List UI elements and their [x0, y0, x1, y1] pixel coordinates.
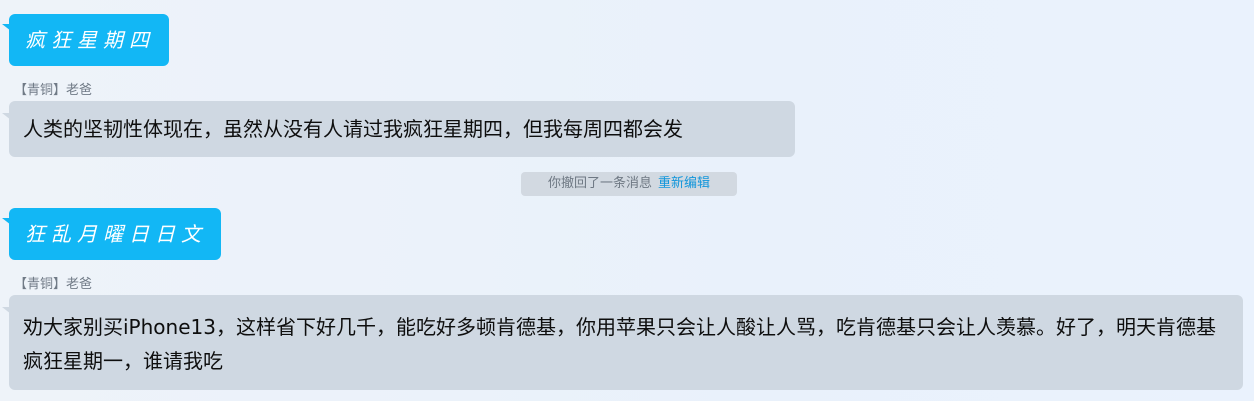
sender-name[interactable]: 老爸	[66, 83, 92, 98]
bubble-tail	[2, 24, 11, 31]
recall-notice: 你撤回了一条消息 重新编辑	[521, 172, 737, 196]
recall-text: 你撤回了一条消息	[547, 176, 652, 191]
my-message-bubble[interactable]: 狂乱月曜日日文	[2, 208, 221, 260]
sender-name[interactable]: 老爸	[66, 277, 92, 292]
message-text: 劝大家别买iPhone13，这样省下好几千，能吃好多顿肯德基，你用苹果只会让人酸…	[23, 315, 1216, 373]
sender-label: 【青铜】老爸	[14, 83, 92, 99]
bubble-tail	[2, 113, 11, 120]
message-text: 狂乱月曜日日文	[25, 222, 207, 246]
sender-badge: 【青铜】	[14, 277, 67, 292]
incoming-message-bubble[interactable]: 劝大家别买iPhone13，这样省下好几千，能吃好多顿肯德基，你用苹果只会让人酸…	[2, 295, 1243, 390]
my-message-bubble[interactable]: 疯狂星期四	[2, 14, 169, 66]
re-edit-link[interactable]: 重新编辑	[658, 176, 710, 191]
bubble-tail	[2, 307, 11, 314]
incoming-message-bubble[interactable]: 人类的坚韧性体现在，虽然从没有人请过我疯狂星期四，但我每周四都会发	[2, 101, 795, 157]
sender-label: 【青铜】老爸	[14, 277, 92, 293]
message-text: 人类的坚韧性体现在，虽然从没有人请过我疯狂星期四，但我每周四都会发	[23, 117, 683, 141]
bubble-tail	[2, 218, 11, 225]
message-text: 疯狂星期四	[25, 28, 155, 52]
sender-badge: 【青铜】	[14, 83, 67, 98]
